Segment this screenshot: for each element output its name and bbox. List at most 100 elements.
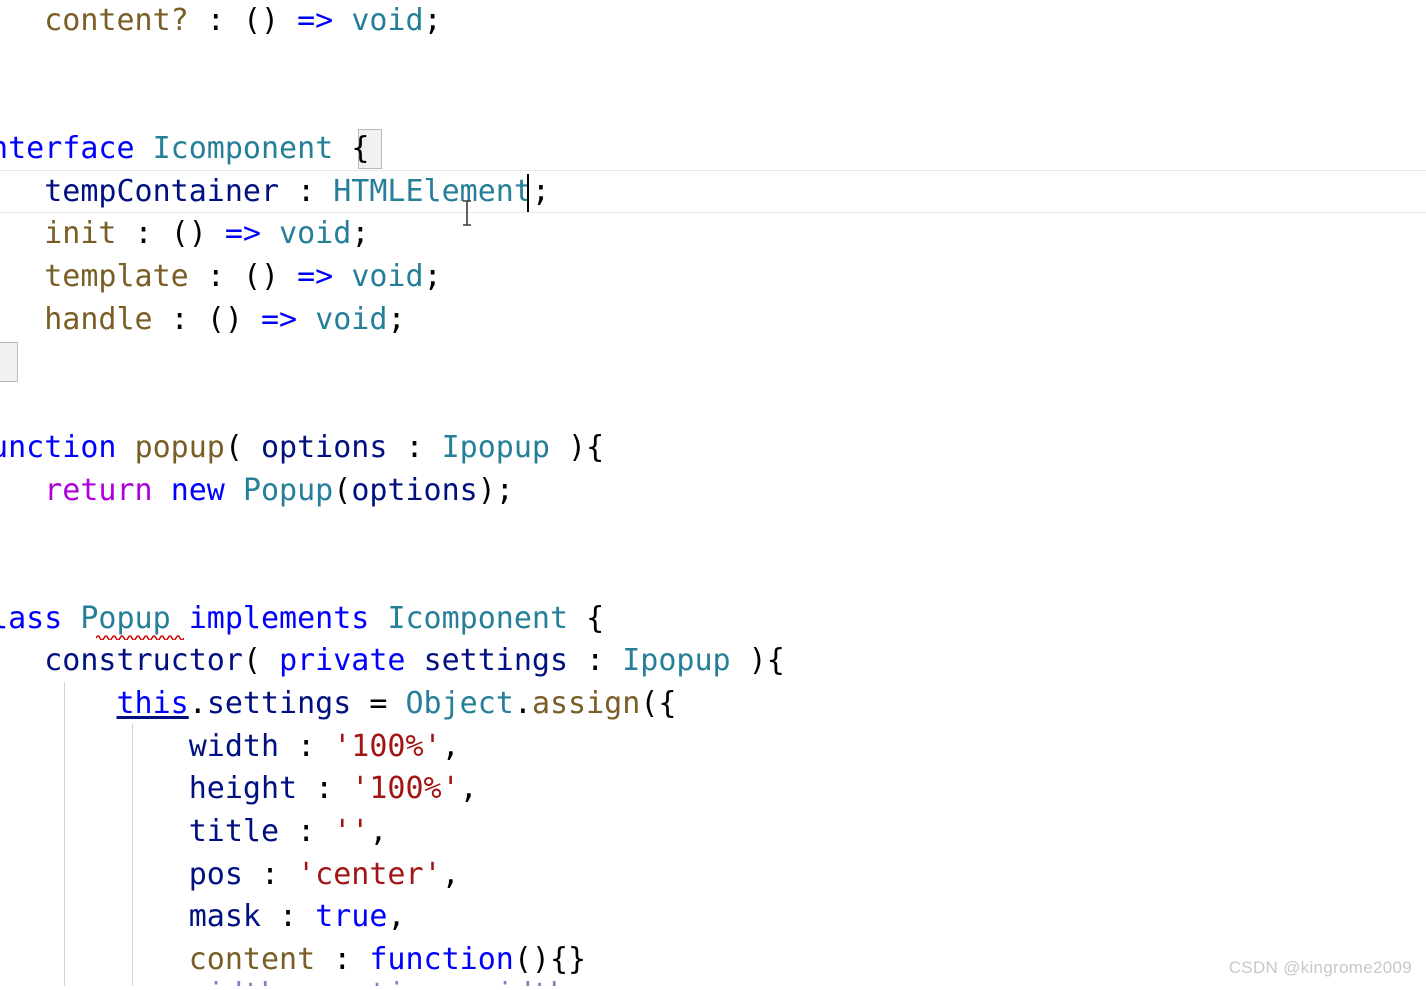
code-token: HTMLElement [333, 174, 532, 209]
code-token: true [315, 899, 388, 934]
line-init[interactable]: init : () => void; [0, 213, 369, 256]
code-token: : [260, 899, 316, 934]
line-prop-title[interactable]: title : '', [0, 811, 388, 854]
line-interface-icomponent[interactable]: interface Icomponent { [0, 128, 369, 171]
code-token: : [116, 216, 171, 251]
code-token: popup [134, 430, 225, 465]
code-token: '100%' [351, 771, 460, 806]
code-token: interface [0, 131, 135, 166]
line-class-popup[interactable]: class Popup implements Icomponent { [0, 598, 604, 641]
code-token: Icomponent [387, 601, 569, 636]
line-prop-pos[interactable]: pos : 'center', [0, 854, 460, 897]
code-token: this [116, 686, 189, 721]
code-token: Icomponent [152, 131, 334, 166]
code-token: assign [531, 686, 641, 721]
code-token: , [387, 899, 406, 934]
line-return-new-popup[interactable]: return new Popup(options); [0, 470, 514, 513]
watermark-label: CSDN @kingrome2009 [1228, 958, 1412, 977]
line-tempcontainer[interactable]: tempContainer : HTMLElement; [0, 171, 550, 214]
code-text-area[interactable]: content? : () => void;}interface Icompon… [0, 0, 1426, 990]
code-token: { [568, 601, 605, 636]
code-token: => [297, 259, 334, 294]
code-token: (){} [513, 942, 587, 977]
code-token: => [224, 216, 261, 251]
code-token: : [188, 259, 243, 294]
code-token: ( [242, 643, 280, 678]
code-token: () [242, 259, 280, 294]
code-token: : [242, 857, 298, 892]
code-token: ( [333, 473, 352, 508]
line-prop-height[interactable]: height : '100%', [0, 768, 478, 811]
code-token: ; [423, 259, 442, 294]
line-content-optional[interactable]: content? : () => void; [0, 0, 441, 43]
code-token: , [459, 771, 478, 806]
code-token: => [297, 3, 334, 38]
code-token: Ipopup [441, 430, 550, 465]
code-token: => [261, 302, 298, 337]
code-token: Popup [80, 601, 171, 636]
code-token: . [188, 686, 207, 721]
code-token: '' [333, 814, 370, 849]
line-template[interactable]: template : () => void; [0, 256, 442, 299]
code-token: : [315, 942, 370, 977]
code-token: : [568, 643, 623, 678]
bottom-edge-shade [0, 986, 1426, 990]
code-token: void [351, 3, 424, 38]
line-function-popup[interactable]: function popup( options : Ipopup ){ [0, 427, 604, 470]
code-token: return [44, 473, 153, 508]
code-token: content [0, 942, 316, 977]
code-token: : [297, 771, 352, 806]
line-prop-mask[interactable]: mask : true, [0, 896, 406, 939]
code-token: ({ [640, 686, 677, 721]
code-token: { [351, 131, 370, 166]
code-token: : [279, 729, 334, 764]
code-token: . [513, 686, 532, 721]
code-token: = [351, 686, 406, 721]
code-token: options [351, 473, 478, 508]
code-token: settings [206, 686, 352, 721]
code-token: pos [188, 857, 243, 892]
code-token: width [0, 729, 280, 764]
code-token: ); [477, 473, 514, 508]
line-constructor[interactable]: constructor( private settings : Ipopup )… [0, 640, 785, 683]
code-token: tempContainer [0, 174, 280, 209]
code-token: , [441, 857, 460, 892]
code-token: () [170, 216, 207, 251]
code-token: 'center' [297, 857, 442, 892]
code-token: : [387, 430, 442, 465]
code-token: function [369, 942, 514, 977]
line-handle[interactable]: handle : () => void; [0, 299, 406, 342]
code-editor[interactable]: content? : () => void;}interface Icompon… [0, 0, 1426, 990]
code-token: new [170, 473, 225, 508]
code-token: ( [224, 430, 261, 465]
code-token: init [44, 216, 117, 251]
code-token: , [441, 729, 460, 764]
code-token: ; [387, 302, 406, 337]
line-prop-width[interactable]: width : '100%', [0, 726, 460, 769]
code-token: Object [405, 686, 514, 721]
code-token: : [279, 174, 334, 209]
code-token: implements [188, 601, 370, 636]
line-this-settings-assign[interactable]: this.settings = Object.assign({ [0, 683, 677, 726]
code-token: constructor [44, 643, 243, 678]
code-token: ){ [730, 643, 785, 678]
code-token: private [279, 643, 406, 678]
code-token: ){ [550, 430, 605, 465]
